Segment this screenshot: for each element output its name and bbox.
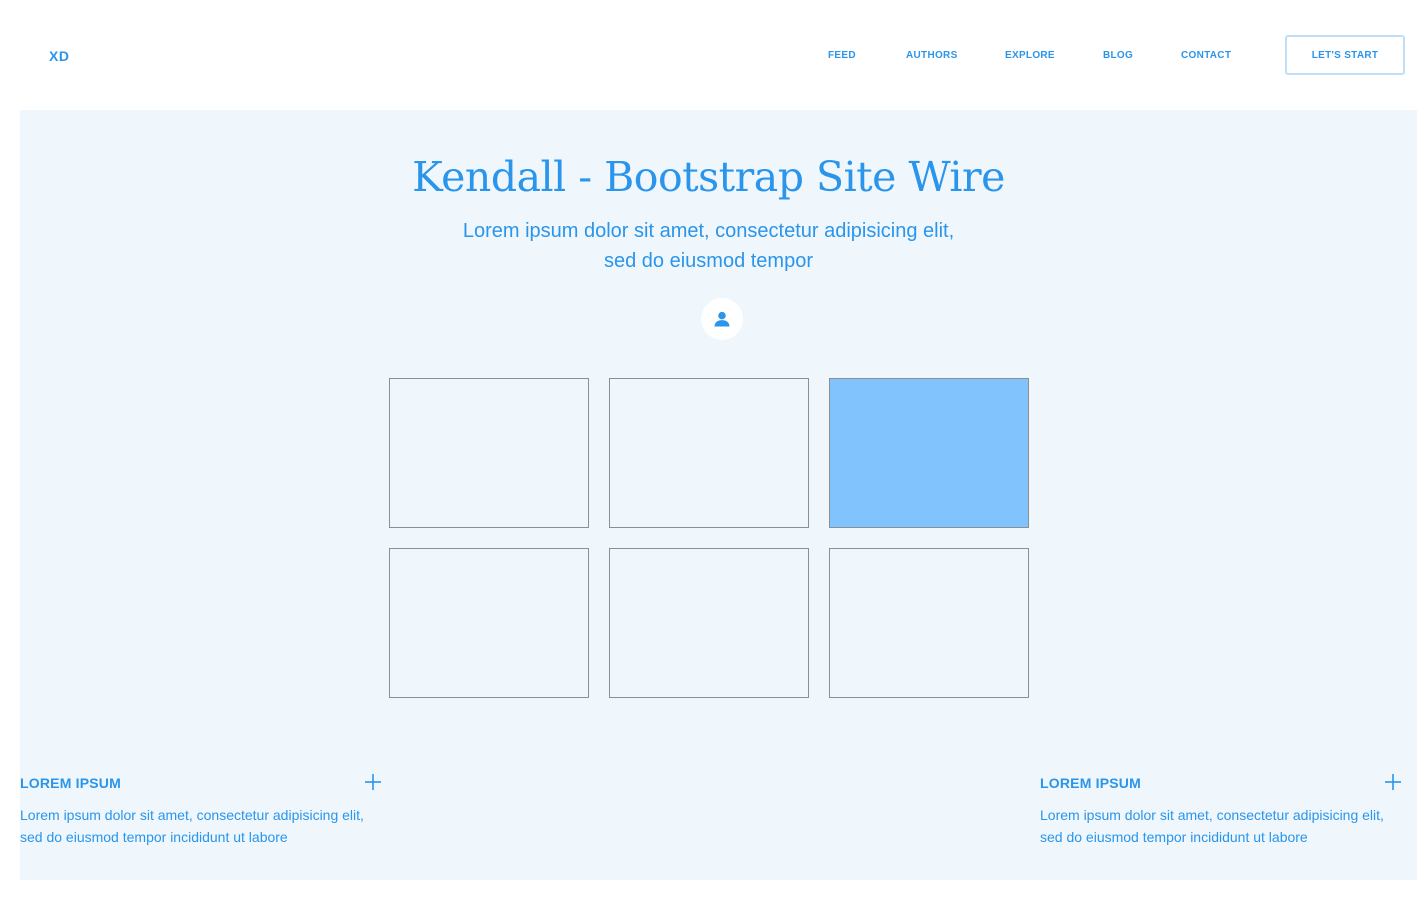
- nav-item-explore[interactable]: EXPLORE: [1005, 50, 1055, 61]
- nav-item-blog[interactable]: BLOG: [1103, 50, 1133, 61]
- header: XD FEED AUTHORS EXPLORE BLOG CONTACT LET…: [0, 0, 1417, 110]
- feature-text: Lorem ipsum dolor sit amet, consectetur …: [20, 804, 382, 848]
- logo[interactable]: XD: [49, 48, 69, 64]
- gallery-tile-3-active[interactable]: [829, 378, 1029, 528]
- plus-icon[interactable]: [364, 773, 382, 791]
- hero-subtitle: Lorem ipsum dolor sit amet, consectetur …: [0, 216, 1417, 276]
- page-title: Kendall - Bootstrap Site Wire: [412, 153, 1005, 201]
- gallery-tile-5[interactable]: [609, 548, 809, 698]
- gallery-tile-6[interactable]: [829, 548, 1029, 698]
- lets-start-button[interactable]: LET'S START: [1285, 35, 1405, 75]
- nav-item-feed[interactable]: FEED: [828, 50, 856, 61]
- nav-item-contact[interactable]: CONTACT: [1181, 50, 1231, 61]
- page: XD FEED AUTHORS EXPLORE BLOG CONTACT LET…: [0, 0, 1417, 900]
- feature-text-line-1: Lorem ipsum dolor sit amet, consectetur …: [1040, 807, 1384, 823]
- feature-header: LOREM IPSUM: [20, 773, 382, 793]
- hero-subtitle-line-2: sed do eiusmod tempor: [603, 250, 813, 272]
- feature-title: LOREM IPSUM: [1040, 775, 1141, 791]
- user-icon: [714, 311, 730, 327]
- plus-icon[interactable]: [1384, 773, 1402, 791]
- feature-text-line-2: sed do eiusmod tempor incididunt ut labo…: [1040, 829, 1308, 845]
- gallery-tile-4[interactable]: [389, 548, 589, 698]
- hero-subtitle-line-1: Lorem ipsum dolor sit amet, consectetur …: [462, 220, 955, 242]
- hero-section: Kendall - Bootstrap Site Wire Lorem ipsu…: [20, 110, 1417, 880]
- feature-header: LOREM IPSUM: [1040, 773, 1402, 793]
- feature-text-line-1: Lorem ipsum dolor sit amet, consectetur …: [20, 807, 364, 823]
- gallery-tile-2[interactable]: [609, 378, 809, 528]
- feature-text-line-2: sed do eiusmod tempor incididunt ut labo…: [20, 829, 288, 845]
- feature-text: Lorem ipsum dolor sit amet, consectetur …: [1040, 804, 1402, 848]
- avatar[interactable]: [701, 298, 743, 340]
- feature-block-right: LOREM IPSUM Lorem ipsum dolor sit amet, …: [1040, 773, 1402, 848]
- gallery-tile-1[interactable]: [389, 378, 589, 528]
- feature-block-left: LOREM IPSUM Lorem ipsum dolor sit amet, …: [20, 773, 382, 848]
- nav-item-authors[interactable]: AUTHORS: [906, 50, 958, 61]
- feature-title: LOREM IPSUM: [20, 775, 121, 791]
